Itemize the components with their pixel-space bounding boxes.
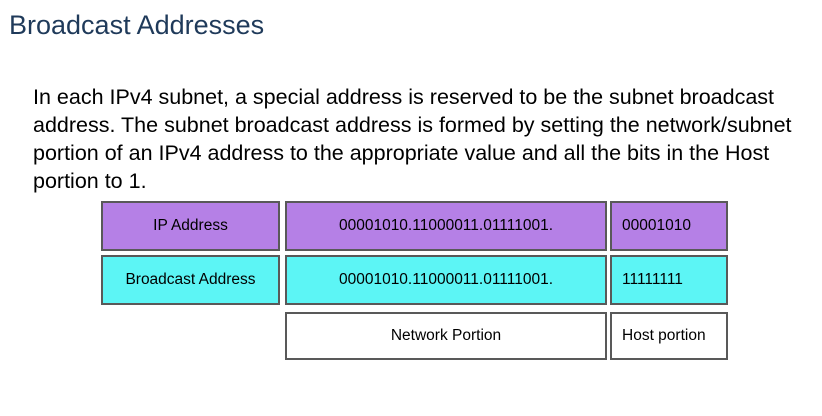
host-portion-label: Host portion <box>622 327 706 344</box>
host-portion-cell: Host portion <box>610 312 728 360</box>
broadcast-address-label-cell: Broadcast Address <box>101 255 280 305</box>
broadcast-address-network-bits: 00001010.11000011.01111001. <box>338 271 554 288</box>
ip-address-network-cell: 00001010.11000011.01111001. <box>285 201 607 251</box>
ip-address-host-bits: 00001010 <box>622 217 691 234</box>
ip-address-network-bits: 00001010.11000011.01111001. <box>338 217 554 234</box>
slide-paragraph: In each IPv4 subnet, a special address i… <box>33 85 792 193</box>
slide-title: Broadcast Addresses <box>9 10 265 40</box>
network-portion-cell: Network Portion <box>285 312 607 360</box>
broadcast-address-host-cell: 11111111 <box>610 255 728 305</box>
ip-address-label: IP Address <box>153 217 228 234</box>
ip-address-host-cell: 00001010 <box>610 201 728 251</box>
broadcast-address-network-cell: 00001010.11000011.01111001. <box>285 255 607 305</box>
ip-address-label-cell: IP Address <box>101 201 280 251</box>
network-portion-label: Network Portion <box>390 327 502 344</box>
broadcast-address-host-bits: 11111111 <box>622 271 683 288</box>
broadcast-address-label: Broadcast Address <box>125 271 256 288</box>
